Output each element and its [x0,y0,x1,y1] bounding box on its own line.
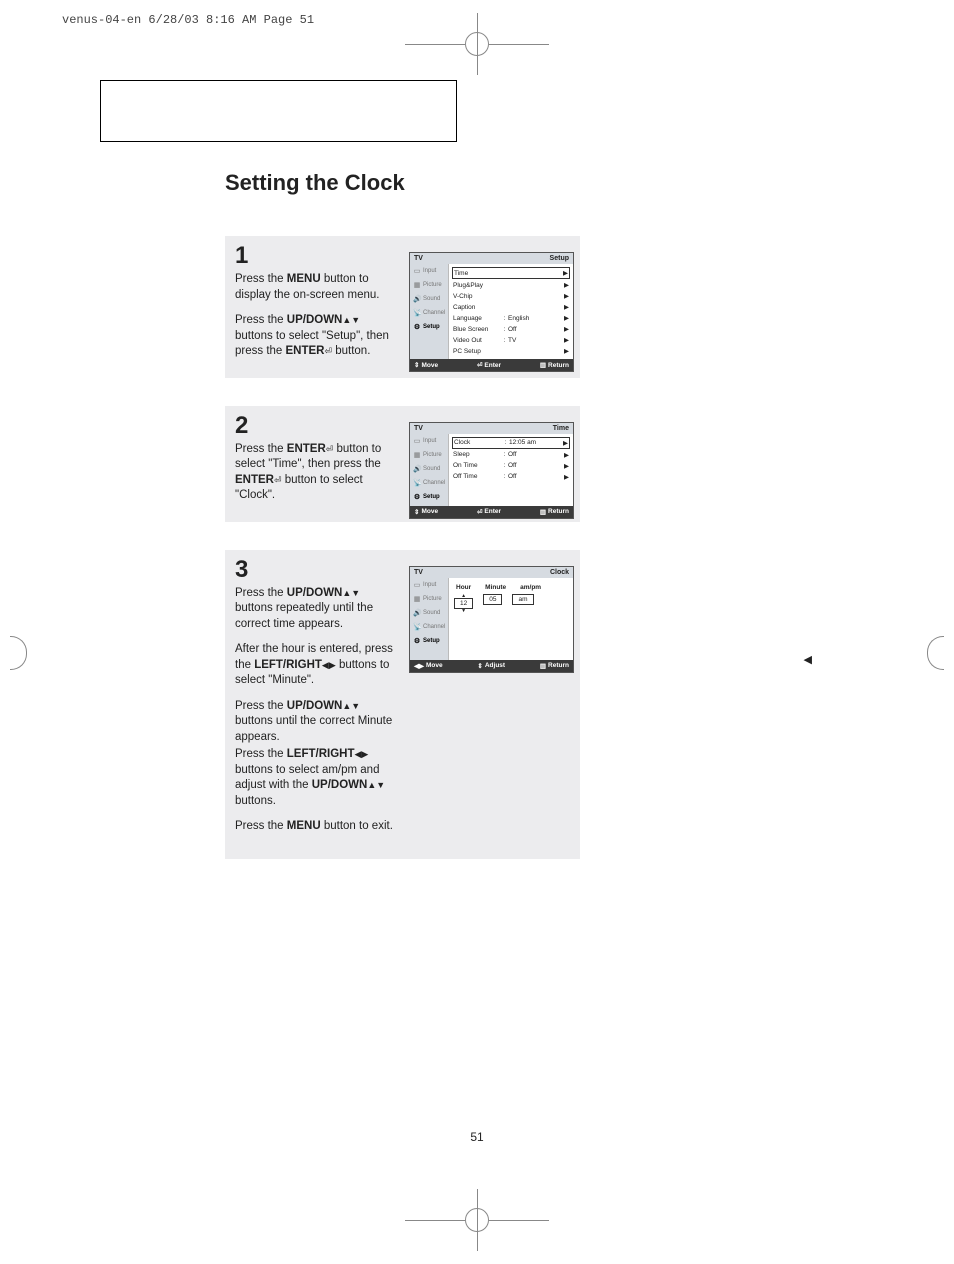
page-number: 51 [470,1130,483,1144]
left-right-icon: ◀▶ [322,660,336,670]
osd-menu-row: Time▶ [452,267,570,279]
enter-icon: ⏎ [274,475,282,485]
print-header: venus-04-en 6/28/03 8:16 AM Page 51 [62,13,314,27]
osd-menu-row: Off Time:Off▶ [452,472,570,482]
chapter-banner-box [100,80,457,142]
enter-icon: ⏎ [324,346,332,356]
osd-menu-row: Blue Screen:Off▶ [452,324,570,334]
osd-screenshot-setup: TVSetup ▭Input ▦Picture 🔊Sound 📡Channel … [409,252,574,372]
up-down-icon: ▲▼ [342,315,360,325]
step-1-text: Press the MENU button to display the on-… [235,272,400,360]
step-2-text: Press the ENTER⏎ button to select "Time"… [235,442,400,504]
crop-mark-left [10,636,27,670]
osd-menu-row: PC Setup▶ [452,346,570,356]
osd-menu-row: Plug&Play▶ [452,280,570,290]
osd-menu-row: On Time:Off▶ [452,461,570,471]
step-1-block: 1 Press the MENU button to display the o… [225,236,580,378]
osd-menu-row: V-Chip▶ [452,291,570,301]
step-3-block: 3 Press the UP/DOWN▲▼ buttons repeatedly… [225,550,580,859]
crop-mark-bottom [405,1208,549,1232]
osd-menu-row: Clock:12:05 am▶ [452,437,570,449]
osd-screenshot-time: TVTime ▭Input ▦Picture 🔊Sound 📡Channel ⚙… [409,422,574,519]
step-2-block: 2 Press the ENTER⏎ button to select "Tim… [225,406,580,522]
crop-mark-top [405,32,549,56]
crop-mark-right [927,636,944,670]
osd-screenshot-clock: TVClock ▭Input ▦Picture 🔊Sound 📡Channel … [409,566,574,673]
left-right-icon: ◀▶ [355,749,369,759]
osd-menu-row: Video Out:TV▶ [452,335,570,345]
osd-menu-row: Caption▶ [452,302,570,312]
page-title: Setting the Clock [225,170,860,196]
up-down-icon: ▲▼ [367,780,385,790]
up-down-icon: ▲▼ [342,701,360,711]
osd-menu-row: Language:English▶ [452,313,570,323]
up-down-icon: ▲▼ [342,588,360,598]
osd-menu-row: Sleep:Off▶ [452,450,570,460]
step-3-text: Press the UP/DOWN▲▼ buttons repeatedly u… [235,586,400,835]
